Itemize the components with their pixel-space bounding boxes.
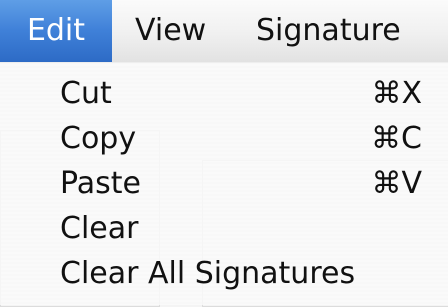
menu-item-paste-shortcut: ⌘V: [371, 166, 422, 201]
menu-item-clear-label: Clear: [60, 211, 139, 246]
menu-item-paste-label: Paste: [60, 166, 141, 201]
menu-edit[interactable]: Edit: [0, 0, 112, 62]
menu-item-cut-shortcut: ⌘X: [371, 76, 422, 111]
menu-item-clear-all-signatures[interactable]: Clear All Signatures: [60, 252, 422, 296]
menu-view-label: View: [135, 13, 207, 48]
menu-item-copy[interactable]: Copy ⌘C: [60, 117, 422, 161]
menu-item-cut[interactable]: Cut ⌘X: [60, 72, 422, 116]
menu-item-clear-all-signatures-label: Clear All Signatures: [60, 256, 356, 291]
menu-signature[interactable]: Signature: [256, 0, 401, 62]
menu-bar: Edit View Signature: [0, 0, 448, 63]
menu-item-cut-label: Cut: [60, 76, 112, 111]
menu-view[interactable]: View: [135, 0, 206, 62]
menu-item-copy-label: Copy: [60, 121, 137, 156]
menu-item-paste[interactable]: Paste ⌘V: [60, 162, 422, 206]
menu-signature-label: Signature: [256, 13, 401, 48]
menu-item-copy-shortcut: ⌘C: [371, 121, 422, 156]
edit-dropdown-menu: Cut ⌘X Copy ⌘C Paste ⌘V Clear Clear All …: [0, 62, 448, 305]
menu-item-clear[interactable]: Clear: [60, 207, 422, 251]
menu-edit-label: Edit: [26, 13, 86, 48]
